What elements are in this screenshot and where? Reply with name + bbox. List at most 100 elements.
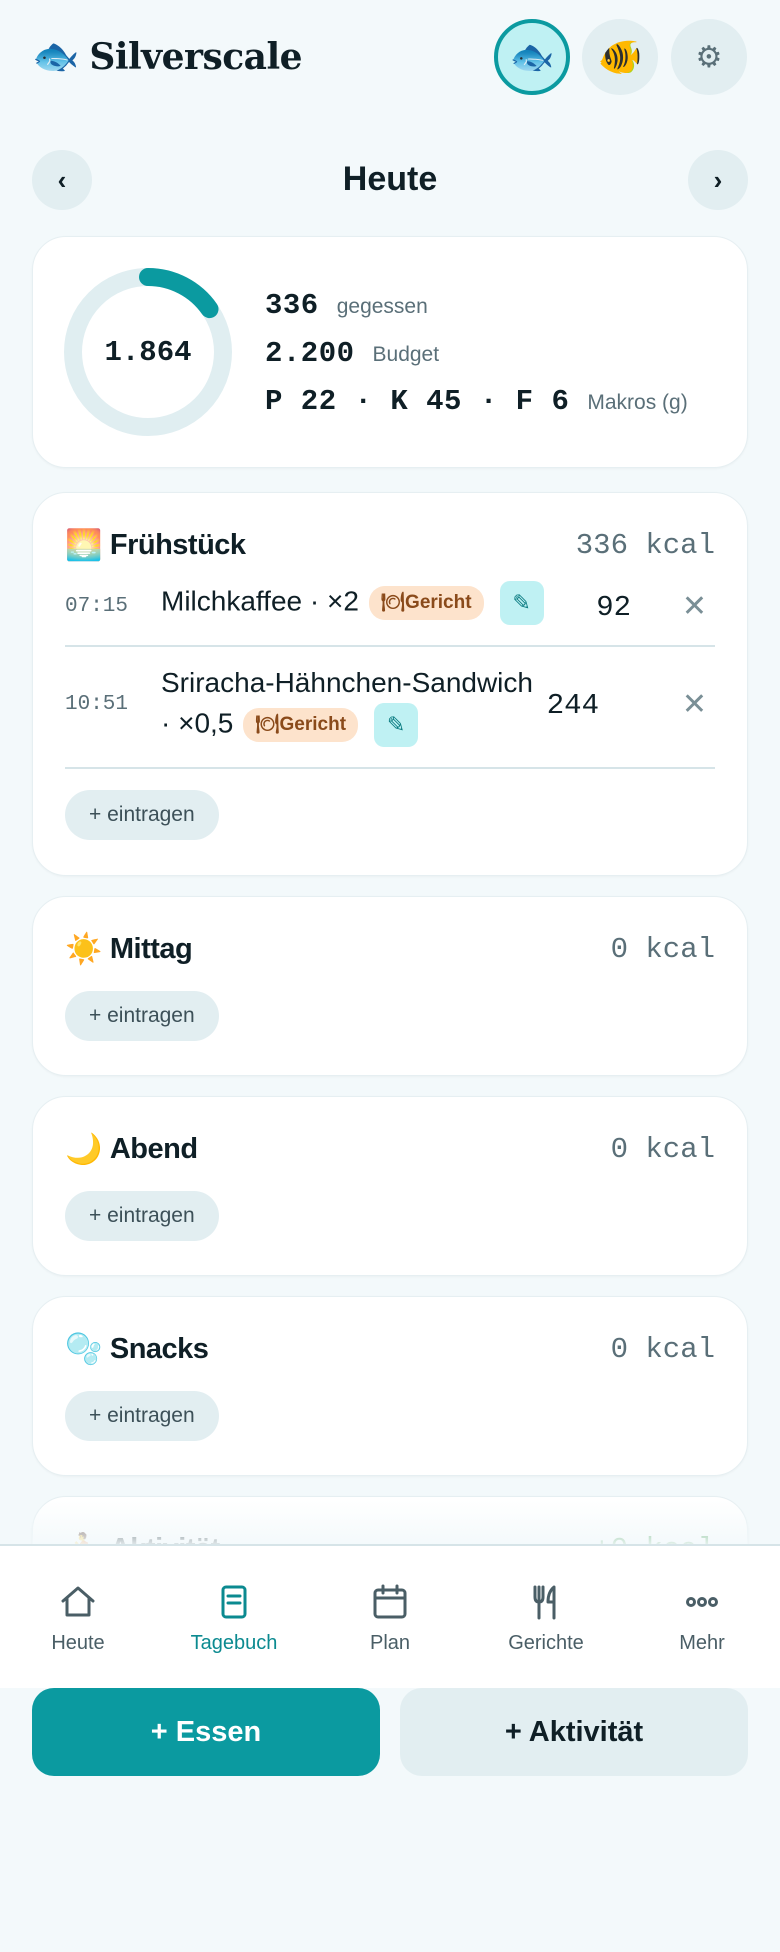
budget-value: 2.200 <box>265 337 355 370</box>
day-title: Heute <box>342 160 438 198</box>
meal-header: ☀️ Mittag 0 kcal <box>65 927 715 971</box>
profile-button-tropical-fish[interactable]: 🐠 <box>582 19 658 95</box>
entry-name: Milchkaffee · ×2 🍽Gericht ✎ <box>161 581 544 625</box>
add-entry-label: + eintragen <box>89 1004 195 1027</box>
nav-label: Gerichte <box>508 1632 584 1654</box>
brand: 🐟 Silverscale <box>32 36 303 78</box>
bubbles-icon: 🫧 <box>65 1332 102 1366</box>
fish-icon: 🐟 <box>32 36 80 78</box>
day-navigation: Heute ‹ › <box>32 150 748 210</box>
entry-name: Sriracha-Hähnchen-Sandwich · ×0,5 🍽Gerich… <box>161 663 533 747</box>
add-entry-button-lunch[interactable]: + eintragen <box>65 991 219 1041</box>
sun-icon: ☀️ <box>65 932 102 966</box>
pencil-icon: ✎ <box>512 590 531 615</box>
meal-kcal: 0 kcal <box>610 932 715 966</box>
meal-kcal: 336 kcal <box>575 528 715 562</box>
eaten-row: 336 gegessen <box>265 289 688 337</box>
edit-entry-button[interactable]: ✎ <box>374 703 419 747</box>
add-entry-label: + eintragen <box>89 803 195 826</box>
budget-row: 2.200 Budget <box>265 337 688 385</box>
meal-card-dinner: 🌙 Abend 0 kcal + eintragen <box>32 1096 748 1276</box>
bottom-navigation: Heute Tagebuch Plan Gerichte Mehr <box>0 1544 780 1688</box>
entry-time: 07:15 <box>65 595 129 618</box>
food-entry[interactable]: 07:15 Milchkaffee · ×2 🍽Gericht ✎ 92 ✕ <box>65 575 715 647</box>
more-dots-icon <box>686 1597 718 1607</box>
macros-label: Makros (g) <box>587 391 688 414</box>
fish-icon: 🐟 <box>509 36 555 77</box>
nav-label: Plan <box>369 1632 411 1654</box>
meal-name: Snacks <box>109 1332 209 1365</box>
budget-label: Budget <box>372 343 440 366</box>
add-activity-button[interactable]: + Aktivität <box>400 1688 748 1776</box>
eaten-label: gegessen <box>336 295 428 318</box>
meal-title: 🌅 Frühstück <box>65 528 246 563</box>
meal-header: 🫧 Snacks 0 kcal <box>65 1327 715 1371</box>
macros-row: P 22 · K 45 · F 6 Makros (g) <box>265 385 688 433</box>
meal-name: Mittag <box>109 932 193 965</box>
chevron-right-icon: › <box>713 164 723 195</box>
add-entry-button-dinner[interactable]: + eintragen <box>65 1191 219 1241</box>
calorie-summary-card: 1.864 336 gegessen 2.200 Budget P 22 · K… <box>32 236 748 468</box>
nav-label: Mehr <box>679 1632 725 1654</box>
nav-item-mehr[interactable]: Mehr <box>624 1546 780 1690</box>
remaining-calories: 1.864 <box>104 335 192 369</box>
sunrise-icon: 🌅 <box>65 528 102 562</box>
previous-day-button[interactable]: ‹ <box>32 150 92 210</box>
meal-card-lunch: ☀️ Mittag 0 kcal + eintragen <box>32 896 748 1076</box>
food-entry[interactable]: 10:51 Sriracha-Hähnchen-Sandwich · ×0,5 🍽… <box>65 647 715 769</box>
meal-name: Abend <box>109 1132 198 1165</box>
app-title: Silverscale <box>89 36 303 78</box>
nav-item-tagebuch[interactable]: Tagebuch <box>156 1546 312 1690</box>
dish-badge: 🍽Gericht <box>368 586 484 620</box>
entry-portion: · ×0,5 <box>161 707 234 739</box>
dish-badge: 🍽Gericht <box>243 708 359 742</box>
nav-label: Heute <box>51 1632 105 1654</box>
close-icon: ✕ <box>681 590 707 623</box>
eaten-value: 336 <box>265 289 319 322</box>
entry-kcal: 92 <box>596 591 631 624</box>
nav-item-plan[interactable]: Plan <box>312 1546 468 1690</box>
journal-icon <box>221 1585 247 1619</box>
tropical-fish-icon: 🐠 <box>597 36 643 77</box>
settings-button[interactable]: ⚙ <box>671 19 747 95</box>
nav-item-heute[interactable]: Heute <box>0 1546 156 1690</box>
fork-knife-icon <box>533 1585 556 1620</box>
nav-label: Tagebuch <box>190 1632 278 1654</box>
add-entry-button-snacks[interactable]: + eintragen <box>65 1391 219 1441</box>
add-entry-label: + eintragen <box>89 1204 195 1227</box>
calorie-ring: 1.864 <box>63 267 233 437</box>
add-entry-label: + eintragen <box>89 1404 195 1427</box>
edit-entry-button[interactable]: ✎ <box>499 581 544 625</box>
add-food-button[interactable]: + Essen <box>32 1688 380 1776</box>
calendar-icon <box>373 1584 407 1619</box>
app-header: 🐟 Silverscale 🐟 🐠 ⚙ <box>0 0 780 120</box>
gear-icon: ⚙ <box>695 40 723 74</box>
calorie-stats: 336 gegessen 2.200 Budget P 22 · K 45 · … <box>265 289 688 433</box>
delete-entry-button[interactable]: ✕ <box>682 589 707 624</box>
close-icon: ✕ <box>681 688 707 721</box>
add-entry-button-breakfast[interactable]: + eintragen <box>65 790 219 840</box>
delete-entry-button[interactable]: ✕ <box>682 687 707 722</box>
meal-card-breakfast: 🌅 Frühstück 336 kcal 07:15 Milchkaffee ·… <box>32 492 748 876</box>
entry-time: 10:51 <box>65 693 129 716</box>
entry-kcal: 244 <box>546 689 599 722</box>
meal-title: 🌙 Abend <box>65 1132 198 1167</box>
moon-icon: 🌙 <box>65 1132 102 1166</box>
meal-kcal: 0 kcal <box>610 1332 715 1366</box>
profile-button-fish[interactable]: 🐟 <box>494 19 570 95</box>
meal-header: 🌅 Frühstück 336 kcal <box>65 523 715 567</box>
entry-name-text: Milchkaffee · ×2 <box>161 585 359 617</box>
meal-header: 🌙 Abend 0 kcal <box>65 1127 715 1171</box>
home-icon <box>61 1586 95 1617</box>
pencil-icon: ✎ <box>386 712 406 737</box>
entry-name-text: Sriracha-Hähnchen-Sandwich <box>161 667 533 698</box>
next-day-button[interactable]: › <box>688 150 748 210</box>
meal-kcal: 0 kcal <box>610 1132 715 1166</box>
meal-name: Frühstück <box>109 528 246 561</box>
meal-card-snacks: 🫧 Snacks 0 kcal + eintragen <box>32 1296 748 1476</box>
chevron-left-icon: ‹ <box>57 164 67 195</box>
macros-value: P 22 · K 45 · F 6 <box>265 385 570 418</box>
meal-title: ☀️ Mittag <box>65 932 193 967</box>
nav-item-gerichte[interactable]: Gerichte <box>468 1546 624 1690</box>
meal-title: 🫧 Snacks <box>65 1332 209 1367</box>
